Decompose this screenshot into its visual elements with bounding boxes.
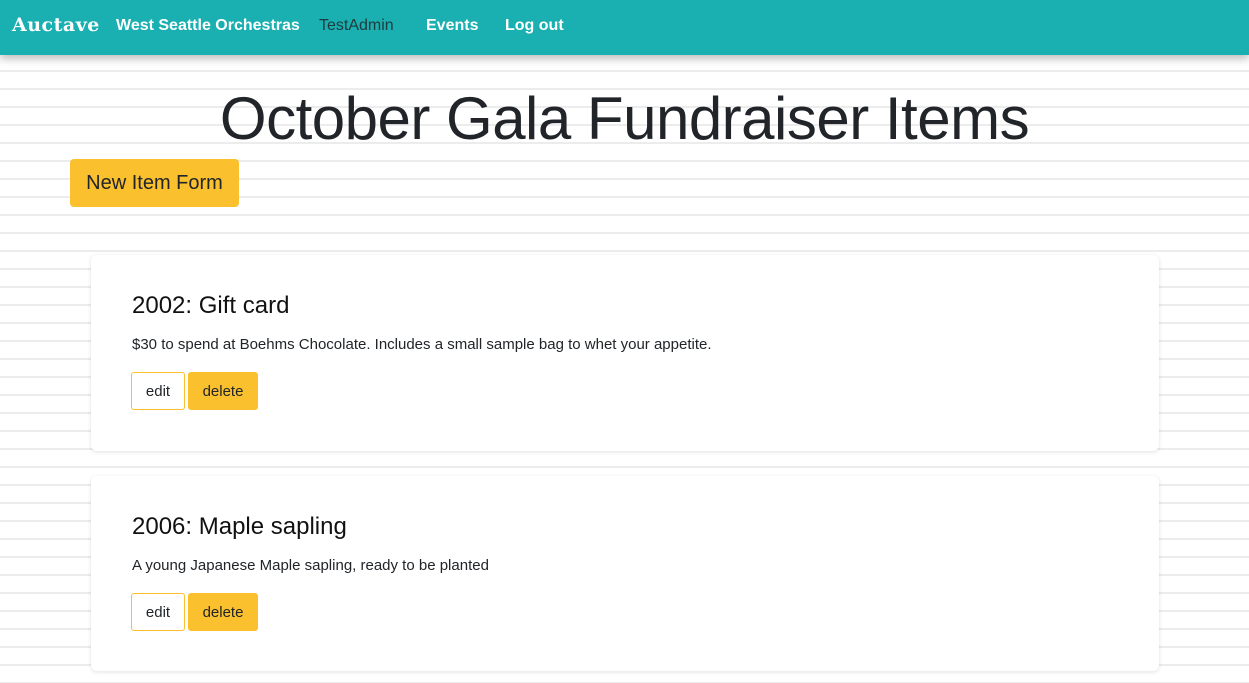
nav-link-organization[interactable]: West Seattle Orchestras (116, 17, 300, 35)
item-title: 2006: Maple sapling (132, 513, 347, 540)
item-title: 2002: Gift card (132, 292, 290, 319)
page-title: October Gala Fundraiser Items (219, 85, 1030, 152)
nav-link-events[interactable]: Events (426, 17, 478, 35)
nav-link-user[interactable]: TestAdmin (319, 17, 394, 35)
edit-button[interactable]: edit (131, 372, 185, 410)
nav-link-logout[interactable]: Log out (505, 17, 564, 35)
item-card: 2002: Gift card $30 to spend at Boehms C… (91, 255, 1159, 451)
top-navbar: Auctave West Seattle Orchestras TestAdmi… (0, 0, 1249, 55)
edit-button[interactable]: edit (131, 593, 185, 631)
item-description: A young Japanese Maple sapling, ready to… (132, 557, 489, 574)
item-card: 2006: Maple sapling A young Japanese Map… (91, 476, 1159, 671)
brand-logo[interactable]: Auctave (12, 14, 100, 36)
new-item-form-button[interactable]: New Item Form (70, 159, 239, 207)
delete-button[interactable]: delete (188, 372, 258, 410)
delete-button[interactable]: delete (188, 593, 258, 631)
item-description: $30 to spend at Boehms Chocolate. Includ… (132, 336, 712, 353)
